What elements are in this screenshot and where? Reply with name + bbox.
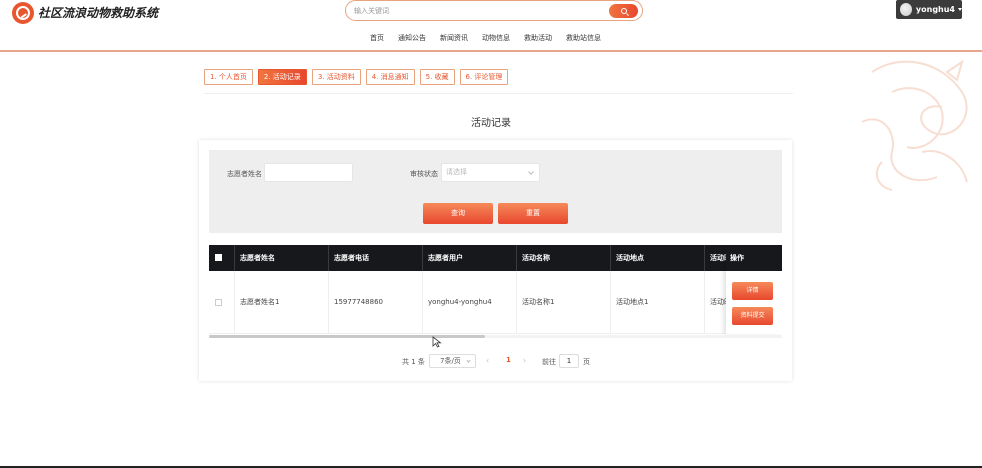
nav-item-home[interactable]: 首页 <box>370 33 384 43</box>
review-status-select[interactable]: 请选择 <box>441 163 540 182</box>
page-size-value: 7条/页 <box>440 357 461 365</box>
reset-button[interactable]: 重置 <box>498 203 568 224</box>
jump-page-input[interactable] <box>559 354 579 368</box>
cell-activity-name: 活动名称1 <box>517 271 611 334</box>
col-volunteer-phone: 志愿者电话 <box>329 245 423 271</box>
page-number[interactable]: 1 <box>506 356 511 364</box>
search-bar <box>345 0 643 21</box>
main-nav: 首页 通知公告 新闻资讯 动物信息 救助活动 救助站信息 <box>370 33 615 43</box>
table-horizontal-scrollbar[interactable] <box>209 335 782 338</box>
cell-activity-location: 活动地点1 <box>611 271 705 334</box>
row-checkbox[interactable] <box>215 299 222 306</box>
search-icon <box>620 8 627 14</box>
prev-page-icon[interactable]: ‹ <box>486 356 489 365</box>
table-header: 志愿者姓名 志愿者电话 志愿者用户 活动名称 活动地点 活动时间 <box>209 245 782 271</box>
tab-profile-home[interactable]: 1. 个人首页 <box>204 69 253 85</box>
search-query-button[interactable]: 查询 <box>423 203 493 224</box>
search-button[interactable] <box>609 4 638 18</box>
volunteer-name-input[interactable] <box>264 163 353 182</box>
tab-messages[interactable]: 4. 消息通知 <box>365 69 415 85</box>
nav-item-notice[interactable]: 通知公告 <box>398 33 426 43</box>
cell-volunteer-user: yonghu4-yonghu4 <box>423 271 517 334</box>
jump-prefix: 前往 <box>542 358 556 366</box>
site-title: 社区流浪动物救助系统 <box>38 6 159 20</box>
tab-activity-records[interactable]: 2. 活动记录 <box>257 69 307 85</box>
col-activity-location: 活动地点 <box>611 245 705 271</box>
review-status-label: 审核状态 <box>410 170 438 178</box>
username: yonghu4 <box>915 5 955 14</box>
profile-tabs: 1. 个人首页 2. 活动记录 3. 活动资料 4. 消息通知 5. 收藏 6.… <box>204 69 513 85</box>
next-page-icon[interactable]: › <box>523 356 526 365</box>
operations-column: 操作 详情 资料提交 <box>726 245 782 334</box>
cell-volunteer-phone: 15977748860 <box>329 271 423 334</box>
col-volunteer-user: 志愿者用户 <box>423 245 517 271</box>
scrollbar-thumb[interactable] <box>209 335 485 338</box>
nav-item-animals[interactable]: 动物信息 <box>482 33 510 43</box>
tab-activity-materials[interactable]: 3. 活动资料 <box>311 69 361 85</box>
table-row: 志愿者姓名1 15977748860 yonghu4-yonghu4 活动名称1… <box>209 271 782 334</box>
col-operations: 操作 <box>726 245 782 271</box>
col-activity-name: 活动名称 <box>517 245 611 271</box>
search-input[interactable] <box>354 3 604 19</box>
tab-comments[interactable]: 6. 评论管理 <box>459 69 509 85</box>
submit-materials-button[interactable]: 资料提交 <box>732 307 773 325</box>
total-count: 共 1 条 <box>402 358 425 366</box>
select-all-checkbox[interactable] <box>215 254 222 261</box>
records-card: 志愿者姓名 审核状态 请选择 查询 重置 志愿者姓名 志愿者电话 志愿者用户 活… <box>199 140 792 381</box>
user-menu-button[interactable]: yonghu4 <box>896 0 962 19</box>
col-volunteer-name: 志愿者姓名 <box>235 245 329 271</box>
row-checkbox-cell <box>209 271 235 334</box>
mouse-cursor-icon <box>432 336 442 348</box>
logo-icon <box>12 2 34 24</box>
divider <box>204 93 793 94</box>
page-title: 活动记录 <box>471 118 511 129</box>
nav-item-rescue-activity[interactable]: 救助活动 <box>524 33 552 43</box>
page-size-select[interactable]: 7条/页 <box>429 354 476 368</box>
nav-item-rescue-station[interactable]: 救助站信息 <box>566 33 601 43</box>
header-checkbox-cell <box>209 245 235 271</box>
detail-button[interactable]: 详情 <box>732 282 773 300</box>
avatar <box>900 3 912 16</box>
header: 社区流浪动物救助系统 yonghu4 首页 通知公告 新闻资讯 动物信息 救助活… <box>0 0 982 52</box>
records-table: 志愿者姓名 志愿者电话 志愿者用户 活动名称 活动地点 活动时间 志愿者姓名1 … <box>209 245 782 335</box>
filter-panel: 志愿者姓名 审核状态 请选择 查询 重置 <box>209 150 782 233</box>
chevron-down-icon <box>466 358 471 363</box>
volunteer-name-label: 志愿者姓名 <box>227 170 262 178</box>
review-status-placeholder: 请选择 <box>446 168 467 176</box>
chevron-down-icon <box>528 169 534 175</box>
nav-item-news[interactable]: 新闻资讯 <box>440 33 468 43</box>
tab-favorites[interactable]: 5. 收藏 <box>419 69 455 85</box>
jump-suffix: 页 <box>583 358 590 366</box>
cell-volunteer-name: 志愿者姓名1 <box>235 271 329 334</box>
caret-down-icon <box>958 8 962 11</box>
